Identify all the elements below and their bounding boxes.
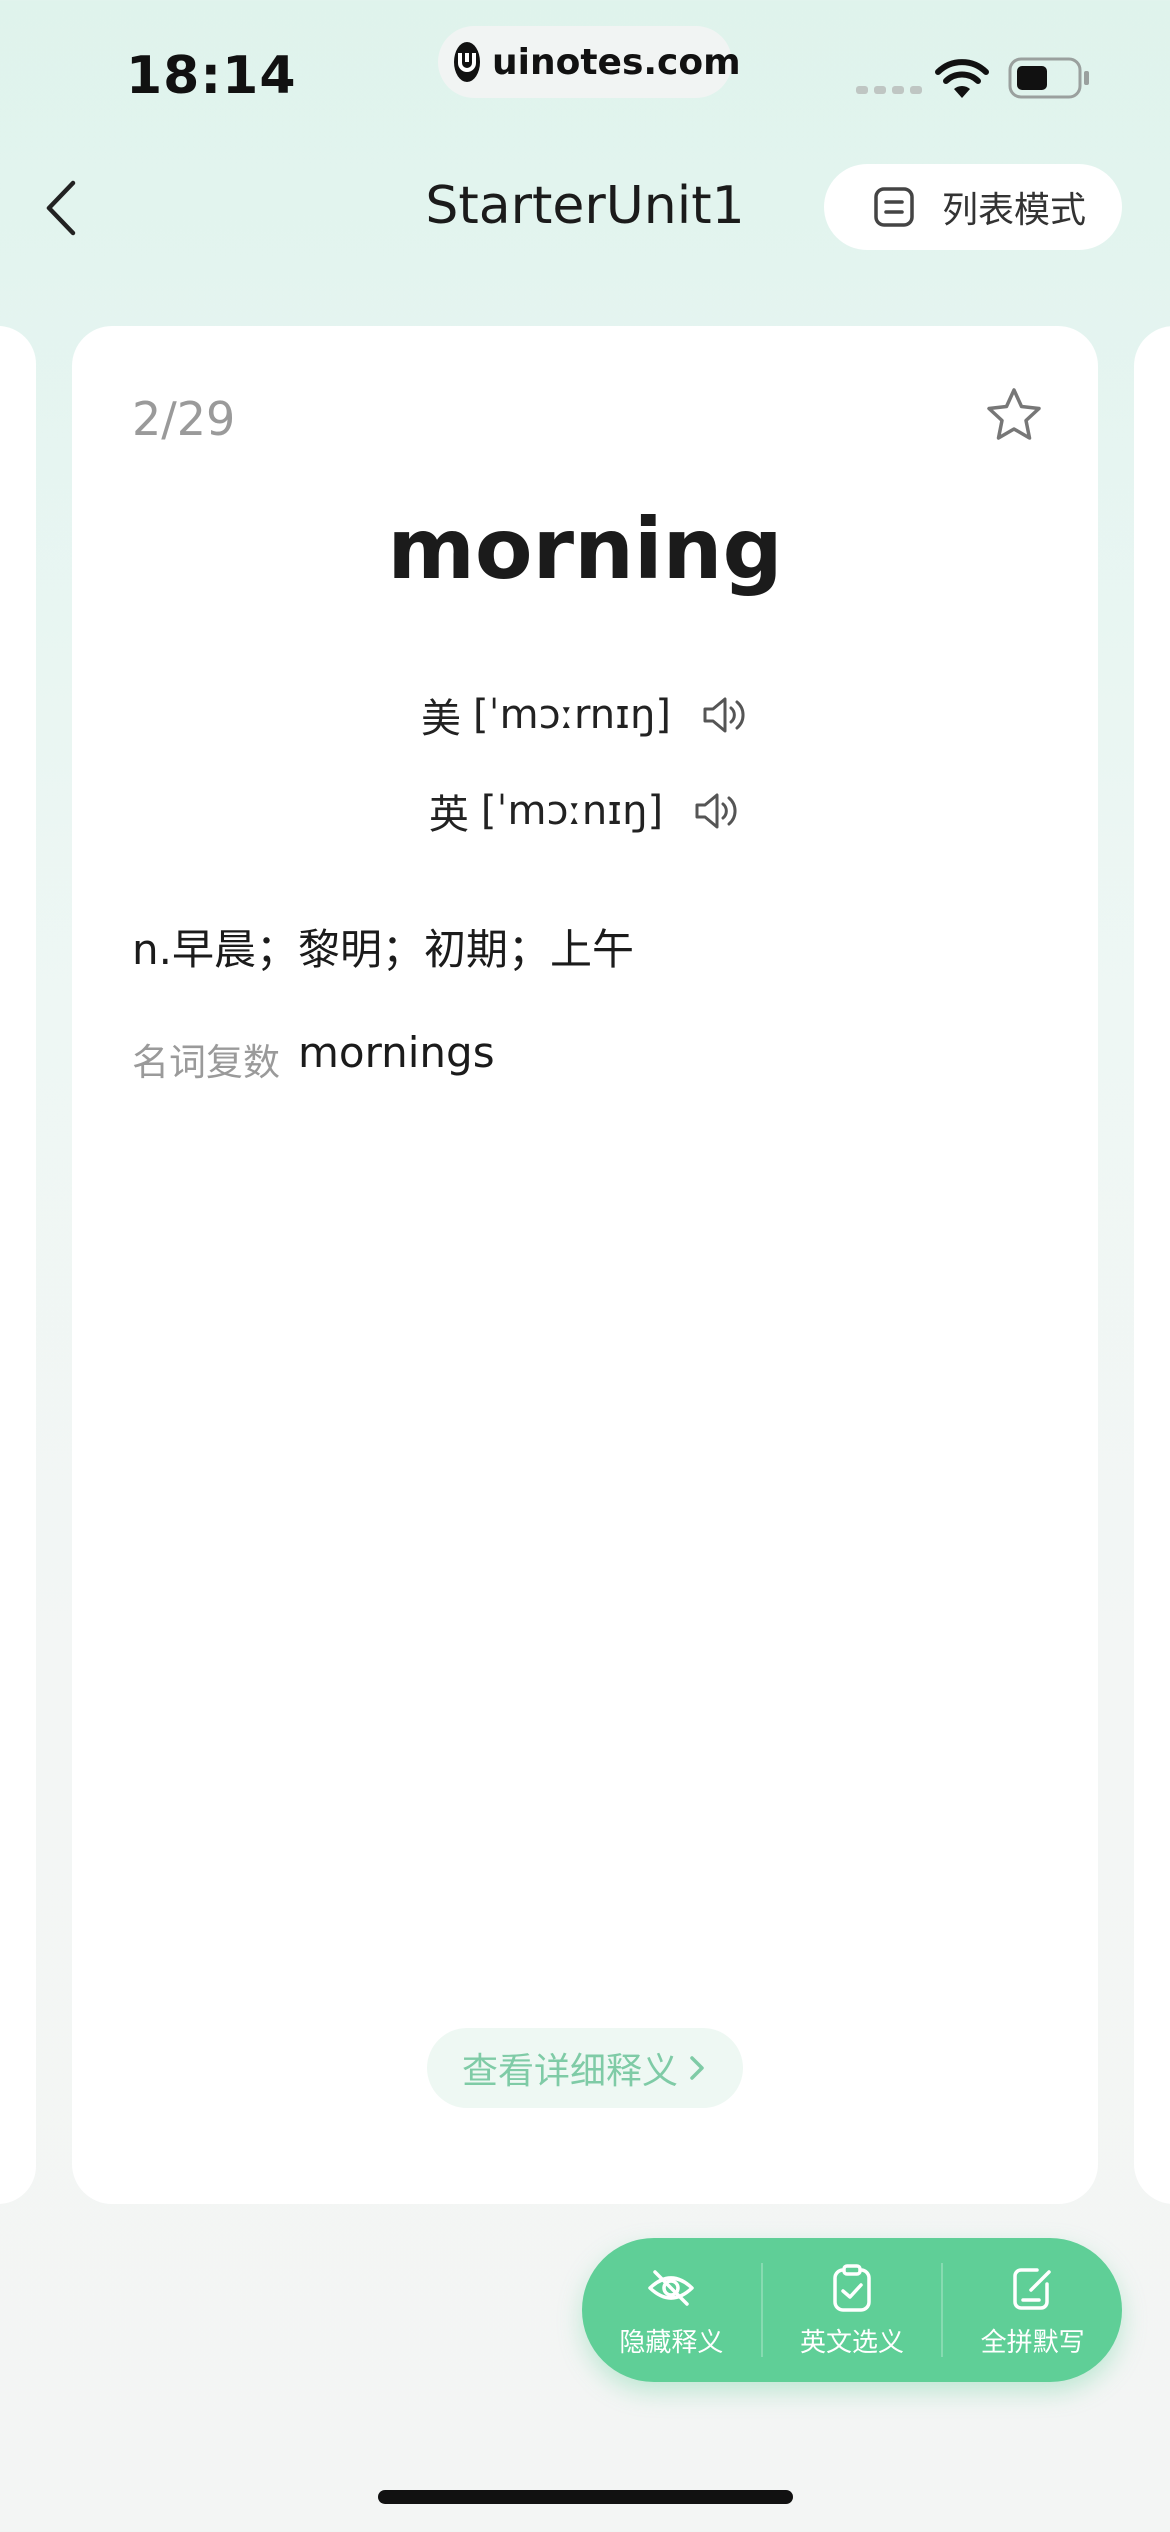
action-label: 隐藏释义 <box>619 2327 724 2358</box>
cellular-signal-icon <box>856 86 922 94</box>
phonetic-us: 美 [ˈmɔːrnɪŋ] <box>72 686 1098 744</box>
back-button[interactable] <box>30 168 90 248</box>
view-details-button[interactable]: 查看详细释义 <box>427 2028 743 2108</box>
study-action-bar: 隐藏释义 英文选义 全拼默写 <box>582 2238 1122 2382</box>
page-title: StarterUnit1 <box>425 176 745 236</box>
favorite-star-button[interactable] <box>982 384 1046 448</box>
action-label: 全拼默写 <box>980 2327 1085 2358</box>
previous-card[interactable] <box>0 326 36 2204</box>
status-time: 18:14 <box>126 46 297 106</box>
clipboard-check-icon <box>833 2263 871 2312</box>
eye-off-icon <box>648 2269 695 2306</box>
url-text: uinotes.com <box>492 41 741 83</box>
star-icon <box>987 388 1041 440</box>
action-label: 英文选义 <box>800 2327 905 2358</box>
chevron-right-icon <box>688 2053 708 2083</box>
home-indicator[interactable] <box>378 2490 793 2504</box>
word-form-label: 名词复数 <box>132 1041 280 1084</box>
list-mode-button[interactable]: 列表模式 <box>824 164 1122 250</box>
word-form-value: mornings <box>298 1028 495 1077</box>
hide-definition-button[interactable]: 隐藏释义 <box>582 2238 761 2382</box>
speaker-icon[interactable] <box>701 691 749 739</box>
battery-icon <box>1008 56 1092 104</box>
word-card <box>72 326 1098 2204</box>
word-definition: n.早晨；黎明；初期；上午 <box>132 925 634 974</box>
word-headword: morning <box>387 500 783 598</box>
phonetic-uk: 英 [ˈmɔːnɪŋ] <box>72 782 1098 840</box>
phonetic-tag: 美 <box>421 696 462 742</box>
phonetic-tag: 英 <box>428 792 469 838</box>
english-choice-button[interactable]: 英文选义 <box>763 2238 942 2382</box>
list-mode-label: 列表模式 <box>942 190 1087 231</box>
chevron-left-icon <box>46 180 76 236</box>
view-details-label: 查看详细释义 <box>461 2051 678 2092</box>
full-spelling-dictation-button[interactable]: 全拼默写 <box>943 2238 1122 2382</box>
speaker-icon[interactable] <box>693 787 741 835</box>
url-pill[interactable]: uinotes.com <box>438 26 741 98</box>
site-logo-icon <box>454 42 480 82</box>
wifi-icon <box>934 58 990 104</box>
next-card[interactable] <box>1134 326 1170 2204</box>
phonetic-ipa: [ˈmɔːnɪŋ] <box>480 788 664 834</box>
edit-note-icon <box>1012 2267 1051 2310</box>
card-counter: 2/29 <box>132 392 236 446</box>
list-icon <box>872 185 916 229</box>
phonetic-ipa: [ˈmɔːrnɪŋ] <box>473 692 671 738</box>
